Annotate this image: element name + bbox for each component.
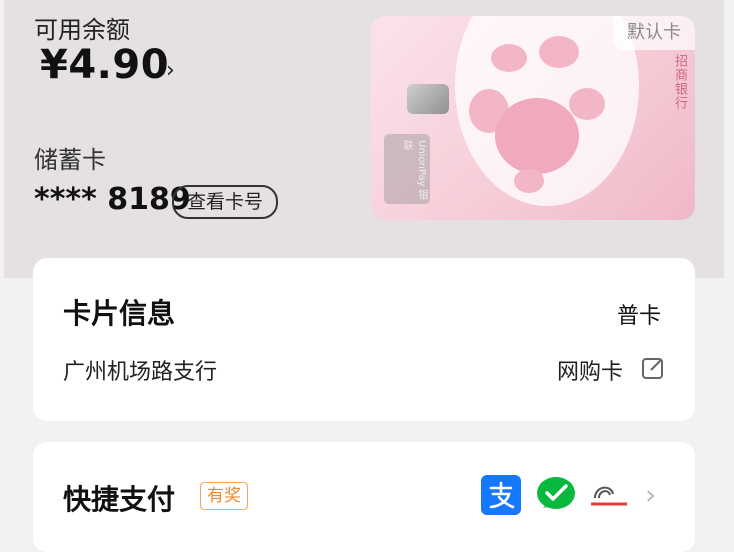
edit-icon[interactable] [641, 356, 665, 380]
alipay-icon [481, 475, 521, 515]
card-type-label: 储蓄卡 [34, 146, 106, 174]
balance-label: 可用余额 [34, 16, 130, 44]
quick-pay-row[interactable]: 快捷支付 有奖 › [33, 442, 695, 552]
card-level: 普卡 [616, 304, 661, 329]
card-number: **** 8189 [34, 182, 191, 217]
card-alias[interactable]: 网购卡 [557, 354, 623, 386]
card-chip-icon [407, 84, 449, 114]
bank-name: 招商银行 [672, 54, 687, 110]
card-info-panel: 卡片信息 普卡 广州机场路支行 网购卡 [33, 258, 695, 421]
card-branch: 广州机场路支行 [63, 360, 218, 385]
card-info-title: 卡片信息 [63, 297, 176, 330]
balance-amount[interactable]: ¥4.90 [40, 42, 169, 88]
chevron-right-icon[interactable]: › [645, 478, 656, 511]
unionpay-logo-icon: UnionPay 银联 [384, 134, 430, 204]
reward-badge: 有奖 [200, 482, 248, 510]
bank-card-image[interactable]: UnionPay 银联 招商银行 默认卡 [371, 16, 695, 220]
view-card-number-button[interactable]: 查看卡号 [172, 185, 279, 219]
balance-chevron-icon[interactable]: › [166, 58, 175, 83]
quick-pay-title: 快捷支付 [63, 483, 176, 516]
shanpay-icon [591, 486, 627, 506]
wechat-pay-icon [537, 477, 575, 509]
default-card-badge: 默认卡 [613, 16, 695, 50]
